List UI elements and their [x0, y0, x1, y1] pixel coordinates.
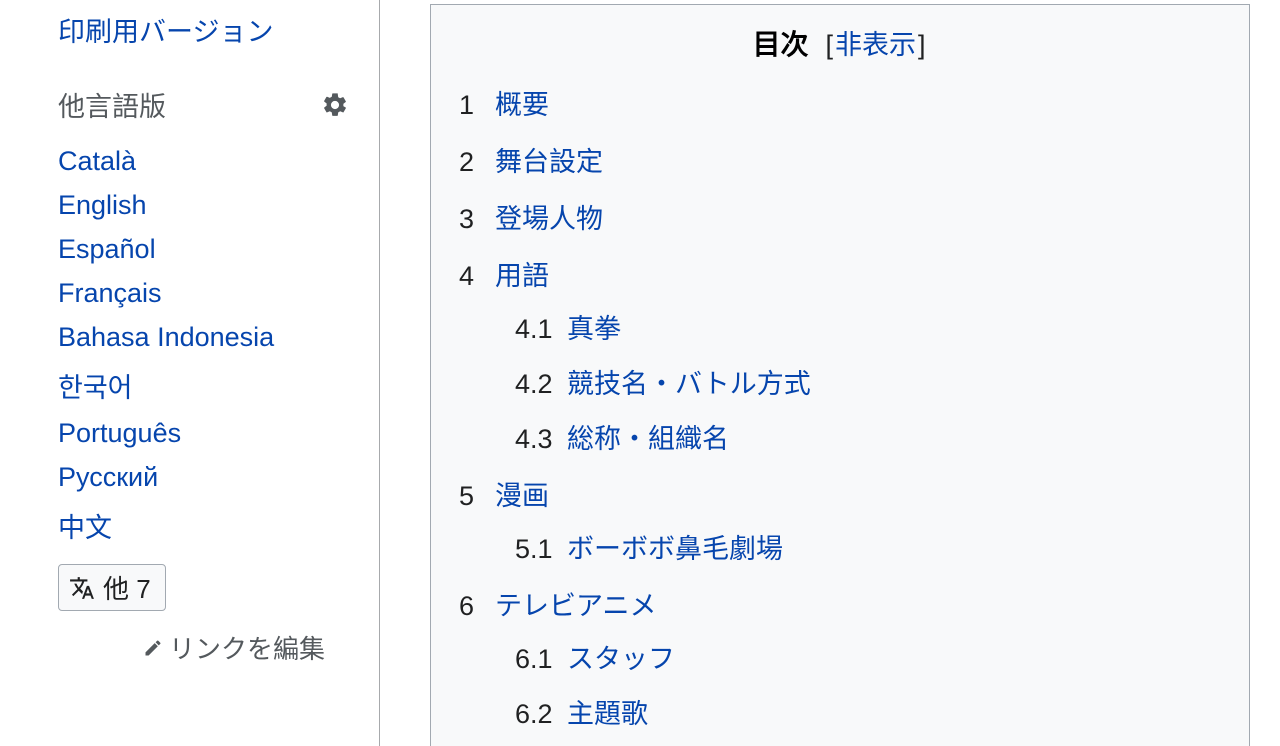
- toc-link[interactable]: 舞台設定: [495, 147, 603, 177]
- toc-number: 4.1: [515, 314, 557, 345]
- page-root: 印刷用バージョン 他言語版 Català English Español Fra…: [0, 0, 1280, 746]
- more-languages-label: 他 7: [103, 569, 151, 606]
- toc-link[interactable]: テレビアニメ: [495, 591, 656, 621]
- toc-item[interactable]: 3 登場人物: [459, 197, 1221, 236]
- language-link[interactable]: Bahasa Indonesia: [58, 322, 274, 352]
- language-link[interactable]: 한국어: [58, 373, 133, 403]
- toc-subitem[interactable]: 4.2 競技名・バトル方式: [515, 362, 1221, 401]
- toc-number: 5.1: [515, 534, 557, 565]
- toc-link[interactable]: 登場人物: [495, 204, 603, 234]
- toc-title-row: 目次 [非表示]: [459, 23, 1221, 63]
- toc-link[interactable]: 漫画: [495, 481, 549, 511]
- edit-links-label: リンクを編集: [169, 629, 325, 666]
- toc-box: 目次 [非表示] 1 概要 2 舞台設定 3 登場人物 4 用語: [430, 4, 1250, 746]
- language-link[interactable]: Español: [58, 234, 156, 264]
- toc-link[interactable]: 概要: [495, 90, 549, 120]
- toc-link[interactable]: 主題歌: [567, 699, 648, 729]
- toc-item[interactable]: 6 テレビアニメ 6.1 スタッフ 6.2 主題歌: [459, 584, 1221, 731]
- more-languages-button[interactable]: 他 7: [58, 564, 166, 611]
- toc-number: 6: [459, 591, 481, 622]
- toc-number: 1: [459, 90, 481, 121]
- toc-link[interactable]: 総称・組織名: [567, 424, 729, 454]
- language-list: Català English Español Français Bahasa I…: [58, 146, 355, 545]
- edit-links[interactable]: リンクを編集: [58, 629, 355, 666]
- toc-number: 4: [459, 261, 481, 292]
- pencil-icon: [143, 638, 163, 658]
- toc-number: 4.3: [515, 424, 557, 455]
- language-link[interactable]: Català: [58, 146, 136, 176]
- toc-sublist: 5.1 ボーボボ鼻毛劇場: [459, 527, 1221, 566]
- toc-number: 5: [459, 481, 481, 512]
- toc-link[interactable]: 用語: [495, 261, 549, 291]
- toc-subitem[interactable]: 5.1 ボーボボ鼻毛劇場: [515, 527, 1221, 566]
- toc-list: 1概要 2舞台設定 3登場人物 4用語 4.1真拳 4.2競技名・バト: [459, 83, 1221, 731]
- toc-item[interactable]: 1 概要: [459, 83, 1221, 122]
- toc-toggle-wrap: [非表示]: [816, 30, 928, 60]
- gear-icon[interactable]: [321, 91, 349, 119]
- languages-header-title: 他言語版: [58, 85, 166, 124]
- toc-subitem[interactable]: 4.1 真拳: [515, 307, 1221, 346]
- toc-item[interactable]: 4 用語 4.1 真拳 4.2 競技名・バトル方式 4.3 総称・組織名: [459, 254, 1221, 456]
- toc-link[interactable]: スタッフ: [567, 644, 675, 674]
- language-link[interactable]: English: [58, 190, 147, 220]
- translate-icon: [69, 575, 95, 601]
- toc-link[interactable]: 真拳: [567, 314, 621, 344]
- toc-number: 6.2: [515, 699, 557, 730]
- language-link[interactable]: 中文: [58, 513, 112, 543]
- toc-item[interactable]: 2 舞台設定: [459, 140, 1221, 179]
- language-link[interactable]: Português: [58, 418, 181, 448]
- toc-link[interactable]: ボーボボ鼻毛劇場: [567, 534, 783, 564]
- toc-title: 目次: [752, 29, 808, 60]
- print-version-link[interactable]: 印刷用バージョン: [58, 10, 355, 49]
- language-link[interactable]: Français: [58, 278, 162, 308]
- toc-number: 2: [459, 147, 481, 178]
- toc-item[interactable]: 5 漫画 5.1 ボーボボ鼻毛劇場: [459, 474, 1221, 566]
- toc-number: 3: [459, 204, 481, 235]
- toc-number: 4.2: [515, 369, 557, 400]
- toc-sublist: 4.1 真拳 4.2 競技名・バトル方式 4.3 総称・組織名: [459, 307, 1221, 456]
- sidebar: 印刷用バージョン 他言語版 Català English Español Fra…: [0, 0, 380, 746]
- main-content: 目次 [非表示] 1 概要 2 舞台設定 3 登場人物 4 用語: [380, 0, 1280, 746]
- toc-subitem[interactable]: 6.2 主題歌: [515, 692, 1221, 731]
- language-link[interactable]: Русский: [58, 462, 158, 492]
- languages-header: 他言語版: [58, 85, 355, 124]
- toc-number: 6.1: [515, 644, 557, 675]
- toc-sublist: 6.1 スタッフ 6.2 主題歌: [459, 637, 1221, 731]
- toc-subitem[interactable]: 6.1 スタッフ: [515, 637, 1221, 676]
- toc-toggle[interactable]: 非表示: [835, 30, 916, 60]
- toc-subitem[interactable]: 4.3 総称・組織名: [515, 417, 1221, 456]
- toc-link[interactable]: 競技名・バトル方式: [567, 369, 811, 399]
